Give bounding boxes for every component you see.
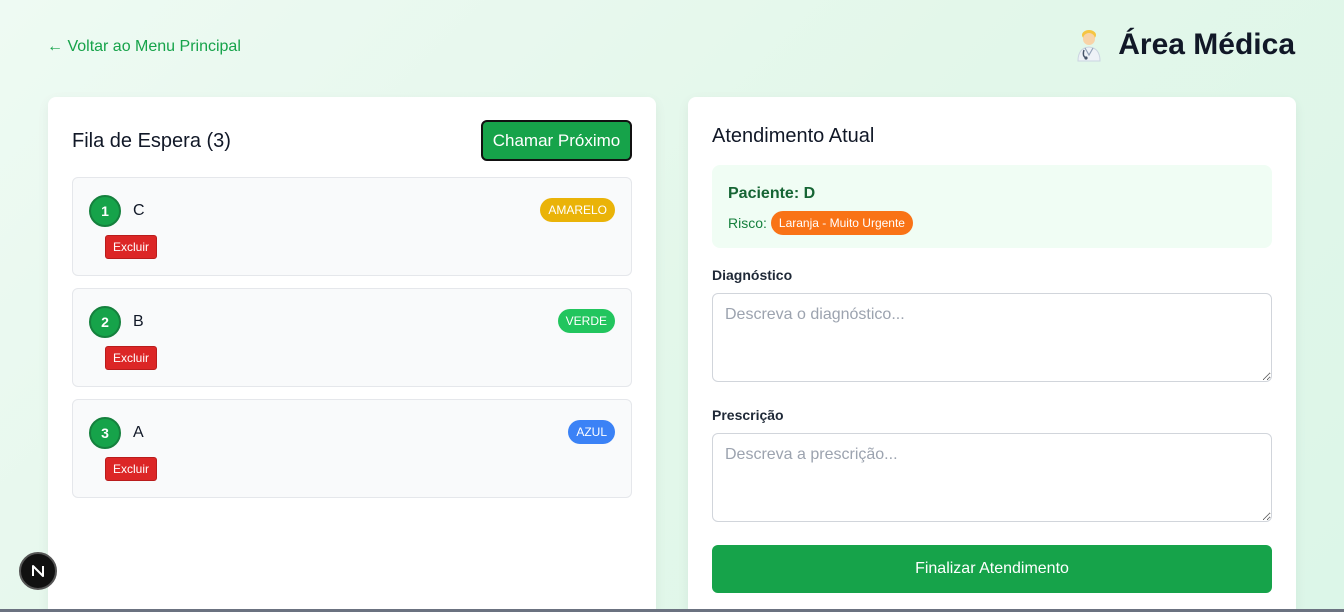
risk-badge: AMARELO xyxy=(540,198,615,222)
diagnosis-label: Diagnóstico xyxy=(712,267,793,283)
prescription-textarea[interactable] xyxy=(712,433,1272,522)
queue-title: Fila de Espera (3) xyxy=(72,130,231,152)
queue-item: 3 A AZUL Excluir xyxy=(72,399,632,498)
finish-attendance-button[interactable]: Finalizar Atendimento xyxy=(712,545,1272,593)
delete-button[interactable]: Excluir xyxy=(105,235,158,259)
nextjs-icon[interactable] xyxy=(19,552,57,590)
waiting-queue-panel: Fila de Espera (3) Chamar Próximo 1 C AM… xyxy=(48,97,656,612)
delete-button[interactable]: Excluir xyxy=(105,346,158,370)
queue-item: 1 C AMARELO Excluir xyxy=(72,177,632,276)
current-patient-box: Paciente: D Risco: Laranja - Muito Urgen… xyxy=(712,165,1272,248)
patient-name: C xyxy=(133,202,145,219)
doctor-icon xyxy=(1074,28,1104,62)
current-attendance-panel: Atendimento Atual Paciente: D Risco: Lar… xyxy=(688,97,1296,612)
queue-item: 2 B VERDE Excluir xyxy=(72,288,632,387)
queue-position-badge: 3 xyxy=(89,417,121,449)
risk-row: Risco: Laranja - Muito Urgente xyxy=(728,211,913,235)
attendance-title: Atendimento Atual xyxy=(712,125,875,147)
back-to-menu-link[interactable]: ← Voltar ao Menu Principal xyxy=(47,38,241,56)
patient-name: B xyxy=(133,313,144,330)
current-patient-name: Paciente: D xyxy=(728,185,816,202)
prescription-label: Prescrição xyxy=(712,407,784,423)
page-title-text: Área Médica xyxy=(1118,28,1295,61)
call-next-button[interactable]: Chamar Próximo xyxy=(481,120,632,161)
queue-position-badge: 1 xyxy=(89,195,121,227)
patient-name: A xyxy=(133,424,144,441)
risk-badge: AZUL xyxy=(568,420,615,444)
risk-label: Risco: xyxy=(728,215,767,231)
page-title: Área Médica xyxy=(1074,28,1295,62)
diagnosis-textarea[interactable] xyxy=(712,293,1272,382)
delete-button[interactable]: Excluir xyxy=(105,457,158,481)
risk-level-badge: Laranja - Muito Urgente xyxy=(770,211,913,235)
risk-badge: VERDE xyxy=(557,309,615,333)
queue-position-badge: 2 xyxy=(89,306,121,338)
